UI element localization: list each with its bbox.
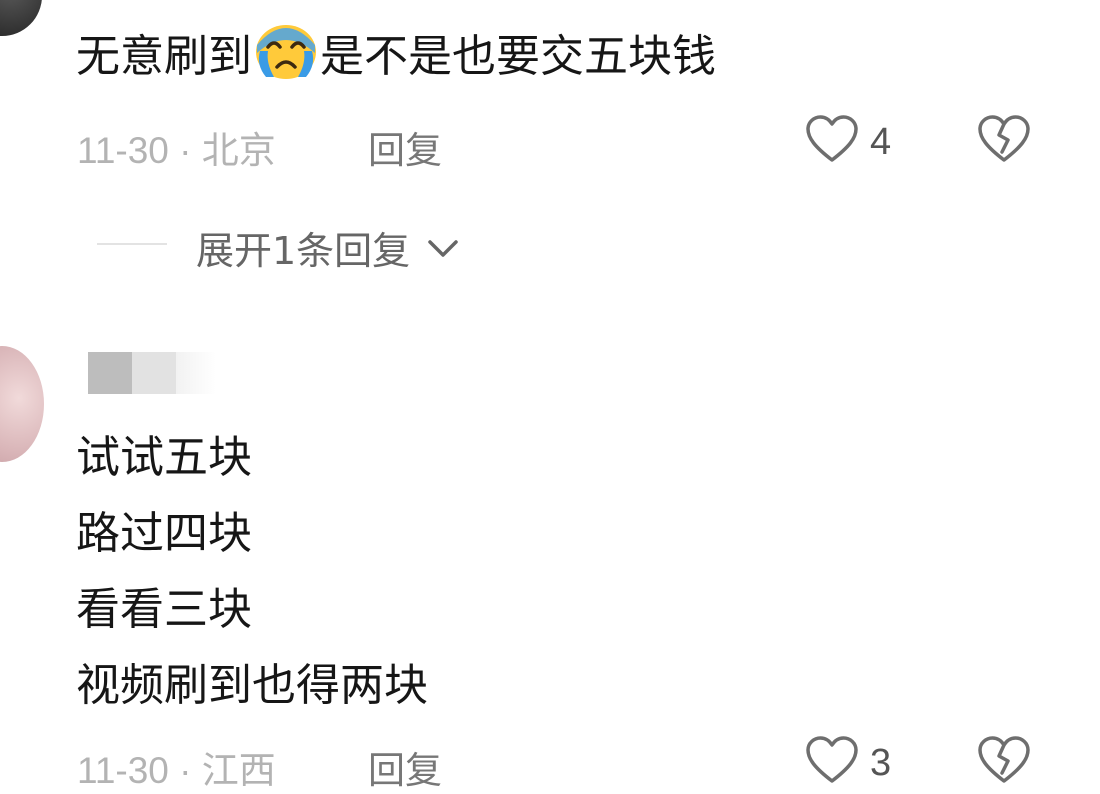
crying-face-emoji-icon bbox=[254, 23, 318, 81]
comment-line: 路过四块 bbox=[76, 508, 252, 559]
comment-meta: 11-30 · 北京 bbox=[77, 120, 276, 174]
comment-line: 看看三块 bbox=[76, 584, 252, 635]
avatar[interactable] bbox=[0, 0, 42, 36]
like-heart-icon[interactable] bbox=[805, 735, 859, 785]
expand-replies-label: 展开1条回复 bbox=[196, 229, 411, 273]
comment-line: 试试五块 bbox=[76, 432, 252, 483]
comment-meta: 11-30 · 江西 bbox=[77, 740, 276, 794]
dislike-broken-heart-icon[interactable] bbox=[977, 114, 1031, 164]
chevron-down-icon bbox=[426, 225, 460, 269]
expand-replies-button[interactable]: 展开1条回复 bbox=[196, 220, 460, 275]
like-heart-icon[interactable] bbox=[805, 114, 859, 164]
avatar[interactable] bbox=[0, 346, 44, 462]
comment-text-part: 是不是也要交五块钱 bbox=[320, 31, 716, 82]
expand-divider bbox=[97, 243, 167, 245]
comment-location: 江西 bbox=[201, 750, 276, 791]
dislike-broken-heart-icon[interactable] bbox=[977, 735, 1031, 785]
comment-line: 视频刷到也得两块 bbox=[76, 660, 428, 711]
meta-separator: · bbox=[179, 750, 192, 791]
like-count: 4 bbox=[870, 121, 892, 163]
comment-text: 试试五块 路过四块 看看三块 视频刷到也得两块 bbox=[76, 420, 428, 724]
comment-text-part: 无意刷到 bbox=[76, 31, 252, 82]
meta-separator: · bbox=[179, 130, 192, 171]
comment-location: 北京 bbox=[201, 130, 276, 171]
comment-date: 11-30 bbox=[77, 750, 169, 791]
reply-button[interactable]: 回复 bbox=[368, 740, 442, 794]
comment-date: 11-30 bbox=[77, 130, 169, 171]
comment-text: 无意刷到 是不是也要交五块钱 bbox=[76, 20, 716, 94]
username-redacted bbox=[88, 352, 218, 394]
reply-button[interactable]: 回复 bbox=[368, 120, 442, 174]
like-count: 3 bbox=[870, 742, 892, 784]
